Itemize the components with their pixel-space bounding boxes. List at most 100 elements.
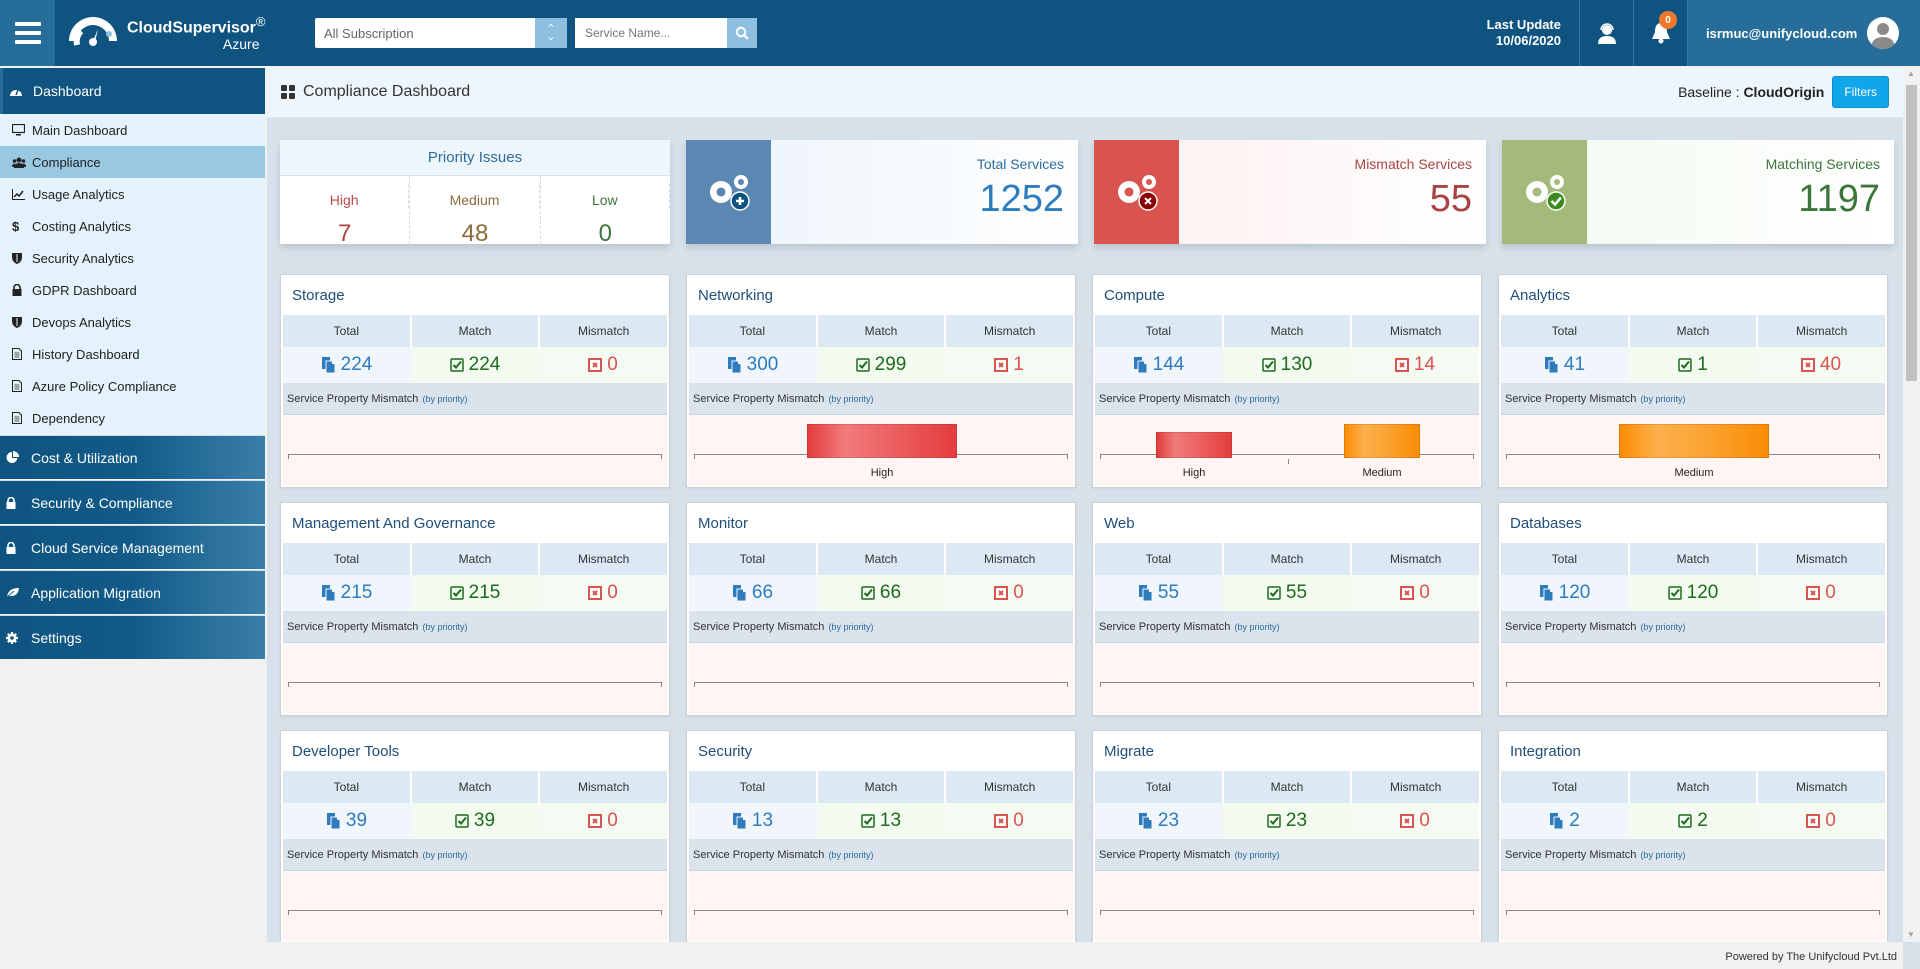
mismatch-count[interactable]: 0 xyxy=(539,803,667,839)
sidebar-item-costing-analytics[interactable]: $ Costing Analytics xyxy=(0,210,265,242)
match-count[interactable]: 39 xyxy=(411,803,539,839)
subscription-select[interactable]: All Subscription ⌃ ⌄ xyxy=(315,18,567,48)
total-count[interactable]: 66 xyxy=(689,575,817,611)
priority-low[interactable]: Low 0 xyxy=(541,176,670,247)
spm-label: Service Property Mismatch xyxy=(1099,848,1231,861)
priority-medium[interactable]: Medium 48 xyxy=(410,176,541,247)
sidebar-group-security-compliance[interactable]: Security & Compliance xyxy=(0,480,265,524)
by-priority-label: (by priority) xyxy=(422,849,468,860)
sidebar-group-cloud-service-management[interactable]: Cloud Service Management xyxy=(0,525,265,569)
match-count[interactable]: 66 xyxy=(817,575,945,611)
user-menu[interactable]: isrmuc@unifycloud.com xyxy=(1688,0,1920,66)
match-count[interactable]: 2 xyxy=(1629,803,1757,839)
card-title[interactable]: Security xyxy=(689,731,1073,771)
total-count[interactable]: 144 xyxy=(1095,347,1223,383)
card-title[interactable]: Web xyxy=(1095,503,1479,543)
mismatch-count[interactable]: 0 xyxy=(1351,575,1479,611)
match-count[interactable]: 23 xyxy=(1223,803,1351,839)
sidebar-item-security-analytics[interactable]: Security Analytics xyxy=(0,242,265,274)
sidebar-item-dependency[interactable]: Dependency xyxy=(0,402,265,434)
support-button[interactable] xyxy=(1580,0,1634,66)
match-value: 13 xyxy=(879,810,902,831)
match-count[interactable]: 55 xyxy=(1223,575,1351,611)
sidebar-item-compliance[interactable]: Compliance xyxy=(0,146,265,178)
spm-label: Service Property Mismatch xyxy=(1099,392,1231,405)
scroll-down-arrow-icon[interactable]: ▼ xyxy=(1907,930,1915,939)
total-count[interactable]: 120 xyxy=(1501,575,1629,611)
menu-toggle-button[interactable] xyxy=(0,0,55,66)
total-count[interactable]: 215 xyxy=(283,575,411,611)
notifications-button[interactable]: 0 xyxy=(1634,0,1688,66)
total-count[interactable]: 13 xyxy=(689,803,817,839)
users-icon xyxy=(12,157,32,168)
mismatch-value: 0 xyxy=(1013,582,1024,603)
mismatch-count[interactable]: 0 xyxy=(539,347,667,383)
mismatch-count[interactable]: 0 xyxy=(539,575,667,611)
card-title[interactable]: Developer Tools xyxy=(283,731,667,771)
card-title[interactable]: Networking xyxy=(689,275,1073,315)
total-count[interactable]: 224 xyxy=(283,347,411,383)
bar-medium[interactable] xyxy=(1618,424,1770,458)
card-title[interactable]: Compute xyxy=(1095,275,1479,315)
scroll-up-arrow-icon[interactable]: ▲ xyxy=(1907,69,1915,78)
match-count[interactable]: 13 xyxy=(817,803,945,839)
scrollbar-thumb[interactable] xyxy=(1906,85,1917,381)
total-count[interactable]: 55 xyxy=(1095,575,1223,611)
sidebar-group-cost-utilization[interactable]: Cost & Utilization xyxy=(0,435,265,479)
app-logo[interactable]: CloudSupervisor® Azure xyxy=(65,11,295,55)
sidebar-item-usage-analytics[interactable]: Usage Analytics xyxy=(0,178,265,210)
priority-high-value: 7 xyxy=(337,220,352,247)
priority-bar-chart xyxy=(283,415,667,485)
search-button[interactable] xyxy=(727,18,757,48)
sidebar-item-history-dashboard[interactable]: History Dashboard xyxy=(0,338,265,370)
card-title[interactable]: Storage xyxy=(283,275,667,315)
total-count[interactable]: 300 xyxy=(689,347,817,383)
mismatch-count[interactable]: 0 xyxy=(1757,803,1885,839)
sidebar-section-dashboard[interactable]: Dashboard xyxy=(0,68,265,114)
bar-high[interactable] xyxy=(1156,432,1232,458)
total-services-card[interactable]: Total Services 1252 xyxy=(686,140,1078,244)
priority-high[interactable]: High 7 xyxy=(280,176,411,247)
sidebar-group-settings[interactable]: Settings xyxy=(0,615,265,659)
total-count[interactable]: 2 xyxy=(1501,803,1629,839)
sidebar-group-application-migration[interactable]: Application Migration xyxy=(0,570,265,614)
match-count[interactable]: 299 xyxy=(817,347,945,383)
match-count[interactable]: 1 xyxy=(1629,347,1757,383)
total-count[interactable]: 23 xyxy=(1095,803,1223,839)
service-card-networking: Networking Total Match Mismatch 300 299 1 Servi… xyxy=(686,274,1076,488)
match-count[interactable]: 120 xyxy=(1629,575,1757,611)
service-search-input[interactable] xyxy=(575,18,727,48)
total-count[interactable]: 41 xyxy=(1501,347,1629,383)
card-title[interactable]: Integration xyxy=(1501,731,1885,771)
match-count[interactable]: 224 xyxy=(411,347,539,383)
filters-button[interactable]: Filters xyxy=(1832,75,1889,108)
mismatch-count[interactable]: 0 xyxy=(945,575,1073,611)
sidebar-item-gdpr-dashboard[interactable]: GDPR Dashboard xyxy=(0,274,265,306)
matching-services-card[interactable]: Matching Services 1197 xyxy=(1502,140,1894,244)
sidebar-item-azure-policy-compliance[interactable]: Azure Policy Compliance xyxy=(0,370,265,402)
sidebar-item-devops-analytics[interactable]: Devops Analytics xyxy=(0,306,265,338)
card-title[interactable]: Management And Governance xyxy=(283,503,667,543)
mismatch-services-card[interactable]: Mismatch Services 55 xyxy=(1094,140,1486,244)
match-count[interactable]: 215 xyxy=(411,575,539,611)
mismatch-count[interactable]: 0 xyxy=(945,803,1073,839)
bar-high[interactable] xyxy=(806,424,958,458)
sidebar-item-main-dashboard[interactable]: Main Dashboard xyxy=(0,114,265,146)
card-title[interactable]: Monitor xyxy=(689,503,1073,543)
card-title[interactable]: Migrate xyxy=(1095,731,1479,771)
card-title[interactable]: Databases xyxy=(1501,503,1885,543)
mismatch-count[interactable]: 40 xyxy=(1757,347,1885,383)
mismatch-count[interactable]: 1 xyxy=(945,347,1073,383)
sidebar-group-label: Settings xyxy=(31,629,82,646)
card-title[interactable]: Analytics xyxy=(1501,275,1885,315)
mismatch-count[interactable]: 0 xyxy=(1351,803,1479,839)
match-count[interactable]: 130 xyxy=(1223,347,1351,383)
mismatch-count[interactable]: 0 xyxy=(1757,575,1885,611)
page-scrollbar[interactable]: ▲ ▼ xyxy=(1903,66,1920,942)
mismatch-count[interactable]: 14 xyxy=(1351,347,1479,383)
priority-bar-chart xyxy=(1501,643,1885,713)
total-count[interactable]: 39 xyxy=(283,803,411,839)
mismatch-value: 0 xyxy=(1825,810,1836,831)
sidebar-group-label: Security & Compliance xyxy=(31,494,173,511)
bar-medium[interactable] xyxy=(1344,424,1420,458)
